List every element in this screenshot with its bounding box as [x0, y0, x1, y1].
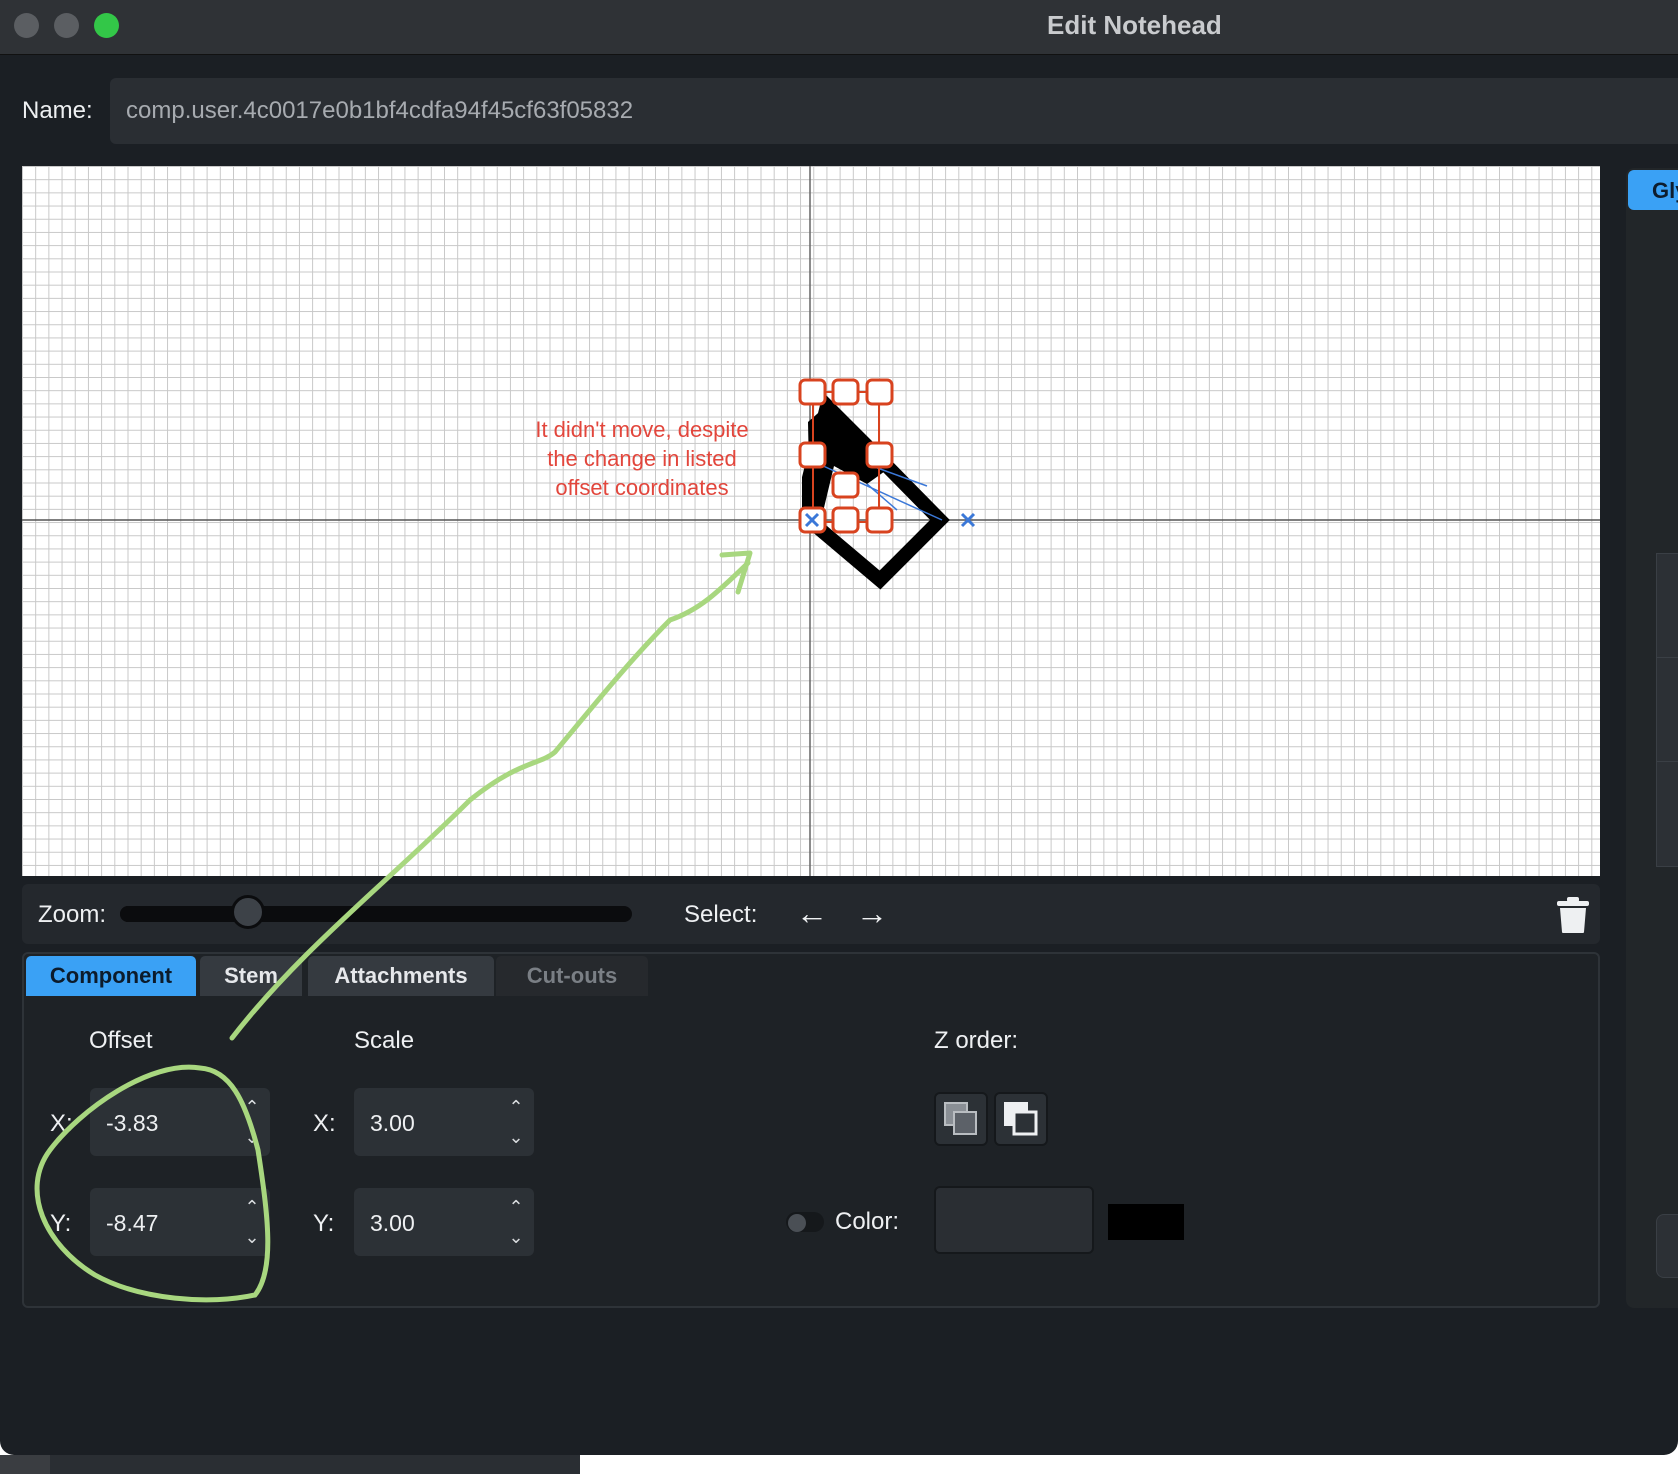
- arrow-left-icon: ←: [796, 895, 828, 931]
- annotation-line: offset coordinates: [555, 475, 729, 500]
- zoom-slider[interactable]: [120, 895, 632, 929]
- color-input[interactable]: [934, 1186, 1094, 1254]
- handle-bottom-right: [865, 506, 894, 534]
- background-window-edge: [0, 1455, 50, 1474]
- edit-notehead-window: Edit Notehead Name: comp.user.4c0017e0b1…: [0, 0, 1678, 1455]
- scale-y-stepper: ⌃ ⌄: [502, 1192, 530, 1252]
- chevron-down-icon[interactable]: ⌄: [502, 1122, 530, 1152]
- scale-y-label: Y:: [313, 1210, 335, 1237]
- title-bar: Edit Notehead: [0, 0, 1678, 55]
- offset-y-input[interactable]: -8.47 ⌃ ⌄: [90, 1188, 270, 1256]
- bring-forward-icon: [1004, 1102, 1038, 1136]
- scale-x-input[interactable]: 3.00 ⌃ ⌄: [354, 1088, 534, 1156]
- scale-y-value: 3.00: [370, 1210, 415, 1236]
- scale-x-label: X:: [313, 1110, 336, 1137]
- tab-glyph-label: Gly: [1652, 178, 1678, 203]
- handle-mid-left: [798, 441, 827, 469]
- chevron-down-icon[interactable]: ⌄: [238, 1222, 266, 1252]
- scale-heading: Scale: [354, 1027, 415, 1054]
- chevron-down-icon[interactable]: ⌄: [238, 1122, 266, 1152]
- send-backward-icon: [944, 1102, 977, 1135]
- offset-x-label: X:: [50, 1110, 73, 1137]
- color-label: Color:: [835, 1208, 900, 1235]
- glyph-panel-button[interactable]: [1656, 1214, 1678, 1278]
- scale-x-stepper: ⌃ ⌄: [502, 1092, 530, 1152]
- background-window-edge: [50, 1455, 580, 1474]
- close-window-button[interactable]: [14, 13, 39, 38]
- select-next-button[interactable]: →: [852, 894, 892, 934]
- offset-y-label: Y:: [50, 1210, 72, 1237]
- zoom-toolbar: Zoom: Select: ← →: [22, 884, 1600, 944]
- offset-x-stepper: ⌃ ⌄: [238, 1092, 266, 1152]
- handle-bottom-center: [831, 506, 860, 534]
- zoom-label: Zoom:: [38, 901, 107, 928]
- trash-icon: [1557, 897, 1589, 933]
- glyph-panel-item[interactable]: [1656, 553, 1678, 659]
- chevron-up-icon[interactable]: ⌃: [238, 1192, 266, 1222]
- minimize-window-button[interactable]: [54, 13, 79, 38]
- zoom-slider-handle[interactable]: [231, 895, 265, 929]
- annotation-line: the change in listed: [547, 446, 737, 471]
- chevron-up-icon[interactable]: ⌃: [502, 1192, 530, 1222]
- name-label: Name:: [22, 97, 93, 124]
- handle-top-left: [798, 378, 827, 406]
- scale-y-input[interactable]: 3.00 ⌃ ⌄: [354, 1188, 534, 1256]
- annotation-line: It didn't move, despite: [535, 417, 749, 442]
- handle-top-center: [831, 378, 860, 406]
- window-title: Edit Notehead: [1047, 10, 1222, 40]
- glyph-panel: [1626, 168, 1678, 1308]
- offset-y-stepper: ⌃ ⌄: [238, 1192, 266, 1252]
- offset-y-value: -8.47: [106, 1210, 159, 1236]
- handle-top-right: [865, 378, 894, 406]
- chevron-down-icon[interactable]: ⌄: [502, 1222, 530, 1252]
- tab-component[interactable]: Component: [26, 956, 196, 996]
- annotation-note: It didn't move, despite the change in li…: [502, 415, 782, 502]
- offset-x-input[interactable]: -3.83 ⌃ ⌄: [90, 1088, 270, 1156]
- tab-glyph[interactable]: Gly: [1628, 170, 1678, 210]
- chevron-up-icon[interactable]: ⌃: [238, 1092, 266, 1122]
- chevron-up-icon[interactable]: ⌃: [502, 1092, 530, 1122]
- tab-cut-outs[interactable]: Cut-outs: [496, 956, 648, 996]
- send-backward-button[interactable]: [934, 1092, 988, 1146]
- maximize-window-button[interactable]: [94, 13, 119, 38]
- scale-x-value: 3.00: [370, 1110, 415, 1136]
- color-toggle-knob: [788, 1214, 806, 1232]
- glyph-panel-item[interactable]: [1656, 657, 1678, 763]
- tab-attachments[interactable]: Attachments: [308, 956, 494, 996]
- select-previous-button[interactable]: ←: [792, 894, 832, 934]
- notehead-glyph: [802, 392, 950, 590]
- tab-stem[interactable]: Stem: [200, 956, 302, 996]
- offset-x-value: -3.83: [106, 1110, 159, 1136]
- offset-heading: Offset: [89, 1027, 153, 1054]
- name-input[interactable]: comp.user.4c0017e0b1bf4cdfa94f45cf63f058…: [110, 78, 1678, 144]
- glyph-panel-item[interactable]: [1656, 761, 1678, 867]
- notehead-editor-canvas[interactable]: It didn't move, despite the change in li…: [22, 166, 1600, 876]
- bring-forward-button[interactable]: [994, 1092, 1048, 1146]
- color-swatch[interactable]: [1108, 1204, 1184, 1240]
- handle-center: [831, 471, 860, 499]
- z-order-heading: Z order:: [934, 1027, 1019, 1054]
- notehead-drawing: [22, 166, 1600, 876]
- delete-component-button[interactable]: [1555, 896, 1591, 934]
- handle-mid-right: [865, 441, 894, 469]
- select-label: Select:: [684, 901, 758, 928]
- color-toggle[interactable]: [786, 1212, 824, 1232]
- arrow-right-icon: →: [856, 895, 888, 931]
- zoom-slider-fill: [120, 906, 248, 922]
- name-input-value: comp.user.4c0017e0b1bf4cdfa94f45cf63f058…: [126, 97, 634, 124]
